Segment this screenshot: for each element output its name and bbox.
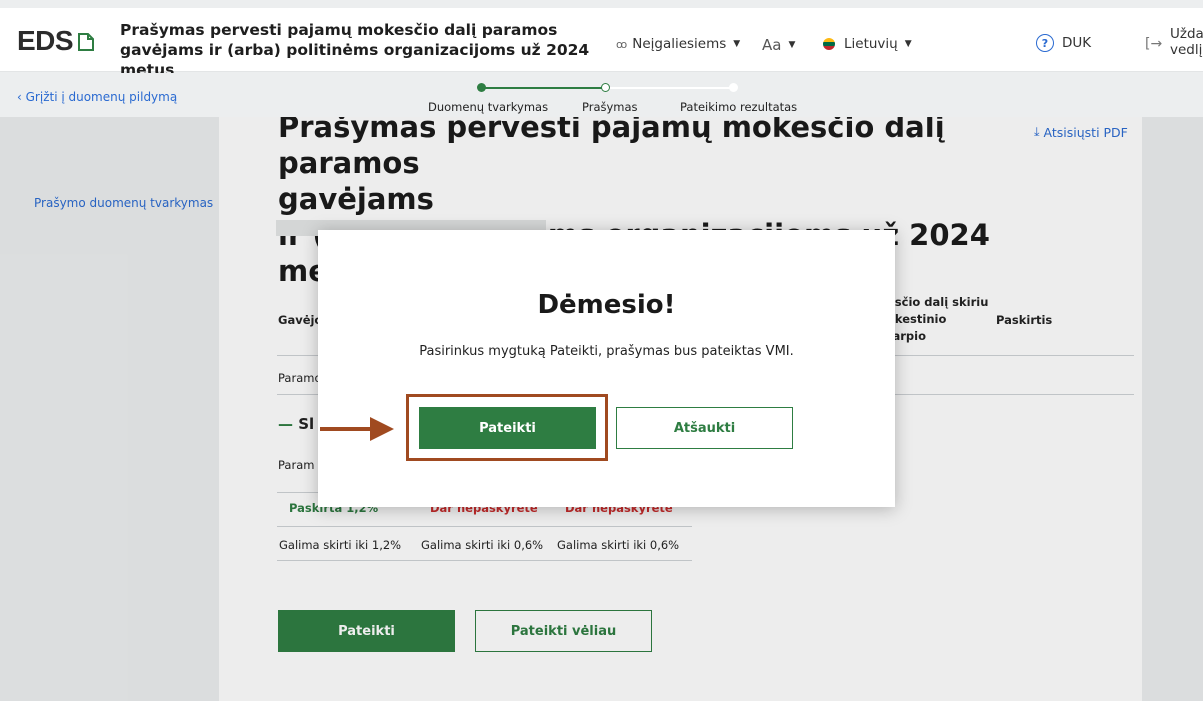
back-link-label: Grįžti į duomenų pildymą: [25, 90, 178, 104]
dialog-message: Pasirinkus mygtuką Pateikti, prašymas bu…: [419, 344, 794, 359]
step-line-done: [480, 87, 602, 89]
step-label-result: Pateikimo rezultatas: [680, 100, 798, 114]
page-header-title: Prašymas pervesti pajamų mokesčio dalį p…: [120, 21, 590, 79]
accessibility-label: Neįgaliesiems: [632, 36, 727, 52]
question-icon: ?: [1036, 34, 1054, 52]
font-size-menu[interactable]: Aa ▼: [762, 36, 795, 54]
progress-steps: Duomenų tvarkymas Prašymas Pateikimo rez…: [420, 80, 797, 114]
eds-logo[interactable]: EDS: [17, 25, 95, 57]
chevron-down-icon: ▼: [788, 40, 796, 50]
language-label: Lietuvių: [844, 36, 898, 52]
annotation-arrow-shaft: [320, 427, 374, 431]
document-icon: [78, 33, 95, 51]
chevron-left-icon: ‹: [17, 90, 26, 104]
progress-row: ‹ Grįžti į duomenų pildymą Duomenų tvark…: [0, 73, 1203, 117]
glasses-icon: ꝏ: [616, 37, 628, 51]
close-wizard-button[interactable]: Uždaryti vedlį: [1170, 26, 1203, 58]
app-header: EDS Prašymas pervesti pajamų mokesčio da…: [0, 8, 1203, 79]
dialog-title: Dėmesio!: [537, 290, 676, 320]
exit-icon[interactable]: [→: [1145, 36, 1162, 52]
step-line-pending: [606, 87, 734, 89]
accessibility-menu[interactable]: ꝏ Neįgaliesiems ▼: [616, 36, 740, 52]
step-dot-current: [601, 83, 610, 92]
step-label-data: Duomenų tvarkymas: [428, 100, 549, 114]
help-link[interactable]: ? DUK: [1036, 34, 1091, 52]
lithuanian-flag-icon: [823, 38, 835, 50]
annotation-highlight-box: [406, 394, 608, 461]
back-link[interactable]: ‹ Grįžti į duomenų pildymą: [17, 90, 177, 104]
cancel-button[interactable]: Atšaukti: [616, 407, 793, 449]
confirmation-dialog: Dėmesio! Pasirinkus mygtuką Pateikti, pr…: [318, 230, 895, 507]
arrow-right-icon: [370, 417, 394, 441]
language-menu[interactable]: Lietuvių ▼: [823, 36, 912, 52]
font-size-label: Aa: [762, 36, 782, 54]
step-dot-done: [477, 83, 486, 92]
step-dot-pending: [729, 83, 738, 92]
help-label: DUK: [1062, 35, 1092, 51]
logo-text: EDS: [17, 25, 74, 56]
chevron-down-icon: ▼: [904, 39, 912, 49]
step-label-request: Prašymas: [582, 100, 638, 114]
chevron-down-icon: ▼: [733, 39, 741, 49]
